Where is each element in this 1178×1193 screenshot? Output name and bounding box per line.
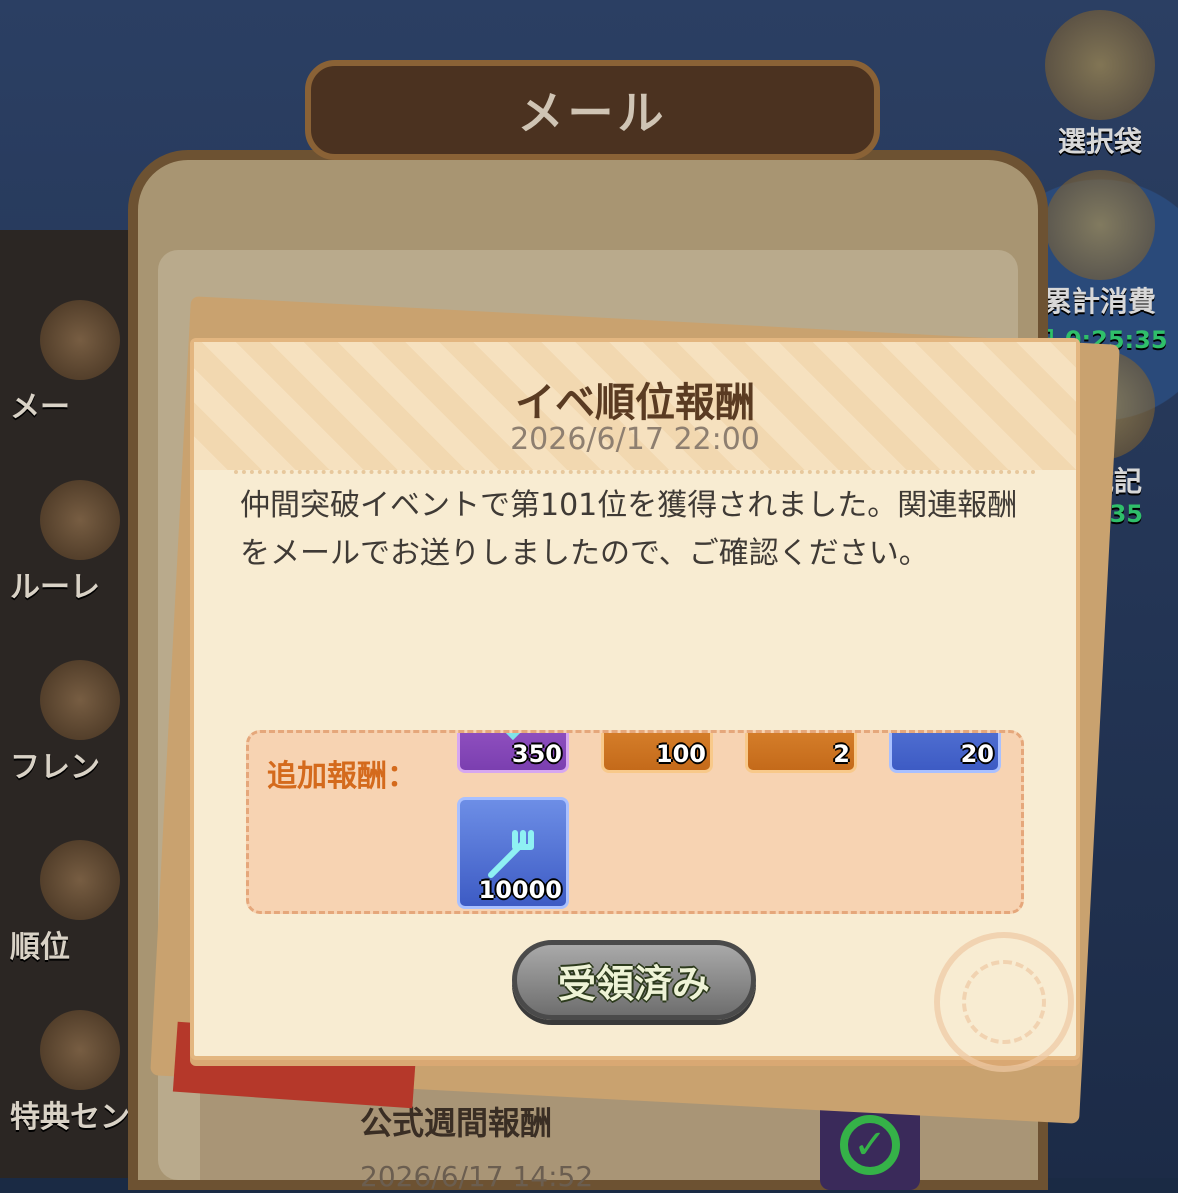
reward-count: 2 — [833, 740, 850, 768]
popup-message: 仲間突破イベントで第101位を獲得されました。関連報酬をメールでお送りしましたの… — [240, 488, 1018, 571]
mail-stamp-icon — [934, 932, 1074, 1072]
roulette-icon — [40, 480, 120, 560]
event-label: 累計消費 — [1043, 285, 1156, 318]
divider — [234, 470, 1036, 474]
reward-count: 20 — [960, 740, 994, 768]
mail-item-date: 2026/6/17 14:52 — [360, 1160, 594, 1193]
treasure-chest-icon — [40, 1010, 120, 1090]
reward-label: 追加報酬： — [267, 759, 417, 794]
event-label: 選択袋 — [1057, 125, 1142, 158]
claimed-button[interactable]: 受領済み — [512, 940, 756, 1020]
reward-item-ticket[interactable]: 2 — [745, 733, 857, 773]
side-item-friend[interactable]: フレン — [10, 650, 140, 785]
gift-bag-icon — [1045, 10, 1155, 120]
mail-title-plate: メール — [305, 60, 880, 160]
reward-box[interactable]: 追加報酬： ◆ 350 100 2 20 10000 — [246, 730, 1024, 914]
check-icon: ✓ — [840, 1115, 900, 1175]
reward-item-gem[interactable]: ◆ 350 — [457, 733, 569, 773]
event-gift-bag[interactable]: 選択袋 — [1030, 10, 1170, 160]
popup-title: イベ順位報酬 — [515, 380, 755, 426]
rank-trophy-icon — [40, 840, 120, 920]
side-item-bonus[interactable]: 特典セン — [10, 1000, 140, 1135]
mushroom-friend-icon — [40, 660, 120, 740]
reward-count: 100 — [655, 740, 706, 768]
side-item-roulette[interactable]: ルーレ — [10, 470, 140, 605]
side-item-rank[interactable]: 順位 — [10, 830, 140, 965]
reward-item-scroll[interactable]: 20 — [889, 733, 1001, 773]
spend-event-icon — [1045, 170, 1155, 280]
stamp-inner — [962, 960, 1046, 1044]
reward-item-fork[interactable]: 10000 — [457, 797, 569, 909]
event-spend[interactable]: 累計消費 日 0:25:35 — [1030, 170, 1170, 355]
popup-date: 2026/6/17 22:00 — [510, 422, 760, 457]
side-item-mail[interactable]: メー — [10, 290, 140, 425]
reward-item-hammer[interactable]: 100 — [601, 733, 713, 773]
reward-count: 350 — [511, 740, 562, 768]
reward-count: 10000 — [478, 876, 563, 904]
mail-title: メール — [517, 86, 668, 140]
claimed-button-label: 受領済み — [557, 961, 710, 1006]
mail-detail-popup: イベ順位報酬 2026/6/17 22:00 仲間突破イベントで第101位を獲得… — [190, 338, 1080, 1072]
mail-icon — [40, 300, 120, 380]
